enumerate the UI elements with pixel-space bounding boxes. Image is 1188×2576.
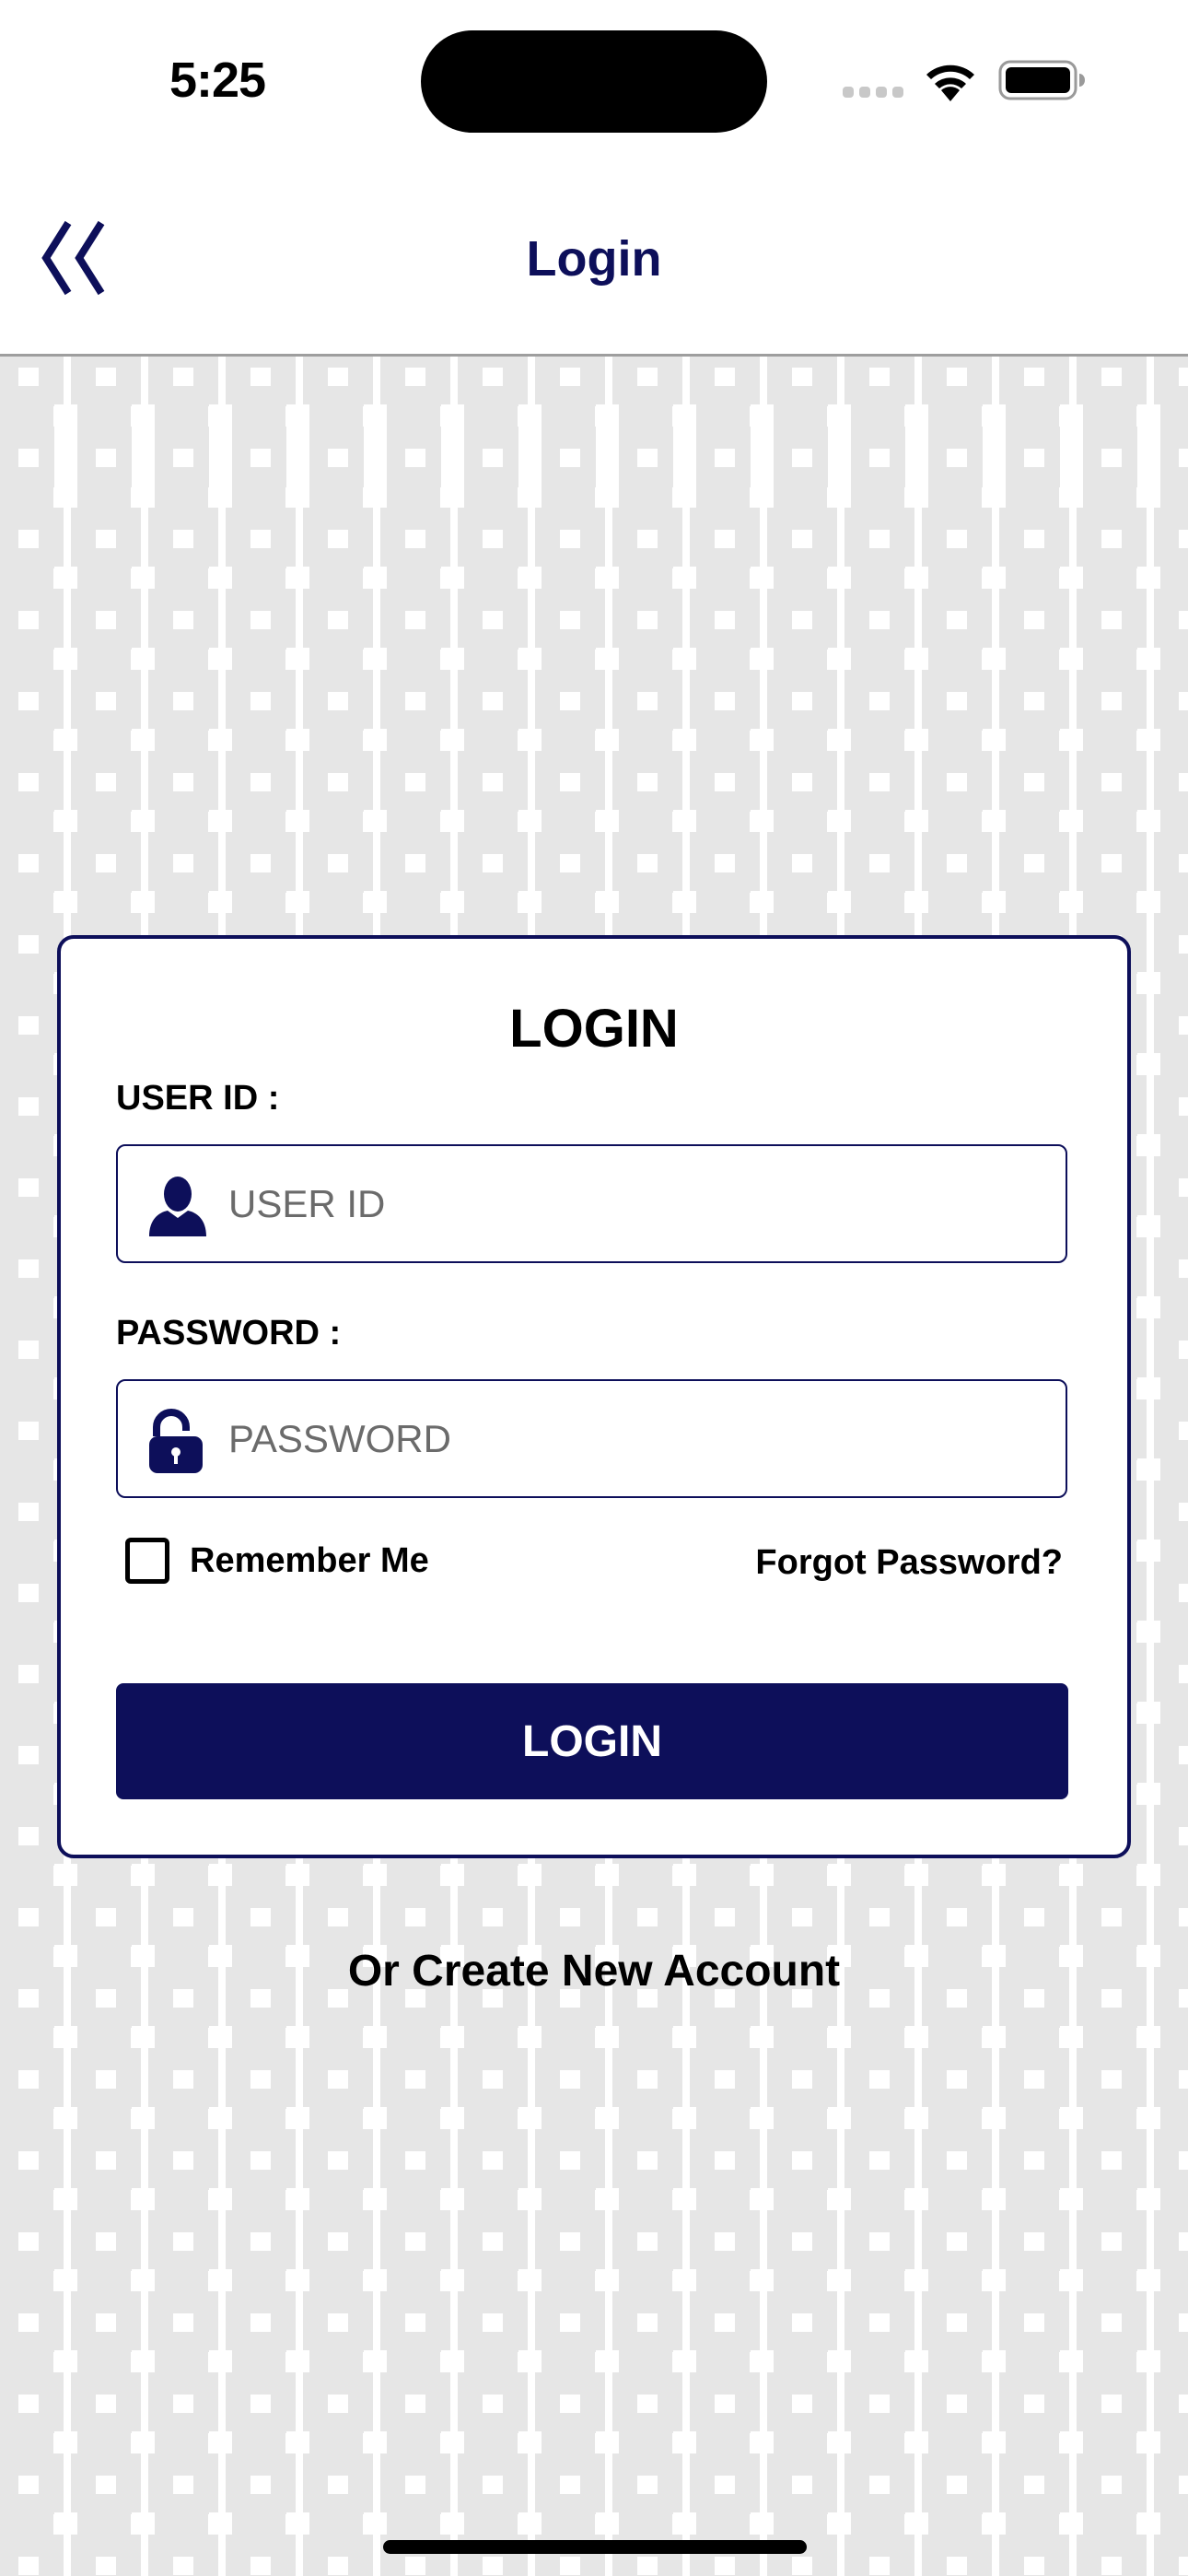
user-id-label: USER ID : (116, 1079, 280, 1118)
unlock-icon (149, 1409, 203, 1473)
password-field[interactable] (116, 1379, 1067, 1498)
status-bar: 5:25 (0, 0, 1188, 157)
cellular-signal-icon (843, 87, 903, 98)
password-label: PASSWORD : (116, 1314, 342, 1352)
login-button[interactable]: LOGIN (116, 1683, 1068, 1799)
user-icon (149, 1177, 206, 1236)
home-indicator (383, 2540, 807, 2554)
remember-me-toggle[interactable]: Remember Me (125, 1538, 429, 1584)
wifi-icon (926, 64, 974, 101)
login-card-title: LOGIN (509, 999, 679, 1059)
remember-me-label: Remember Me (190, 1540, 429, 1580)
create-account-link[interactable]: Or Create New Account (0, 1946, 1188, 1996)
page-title: Login (526, 231, 662, 287)
status-time: 5:25 (169, 53, 266, 108)
forgot-password-link[interactable]: Forgot Password? (755, 1543, 1063, 1583)
user-id-field[interactable] (116, 1144, 1067, 1263)
remember-me-checkbox[interactable] (125, 1538, 169, 1584)
dynamic-island (421, 30, 767, 133)
user-id-input[interactable] (228, 1146, 1039, 1261)
login-card: LOGIN USER ID : PASSWORD : Remember Me F… (57, 935, 1131, 1858)
password-input[interactable] (228, 1381, 1039, 1496)
battery-icon (998, 60, 1085, 100)
navigation-bar: Login (0, 157, 1188, 357)
